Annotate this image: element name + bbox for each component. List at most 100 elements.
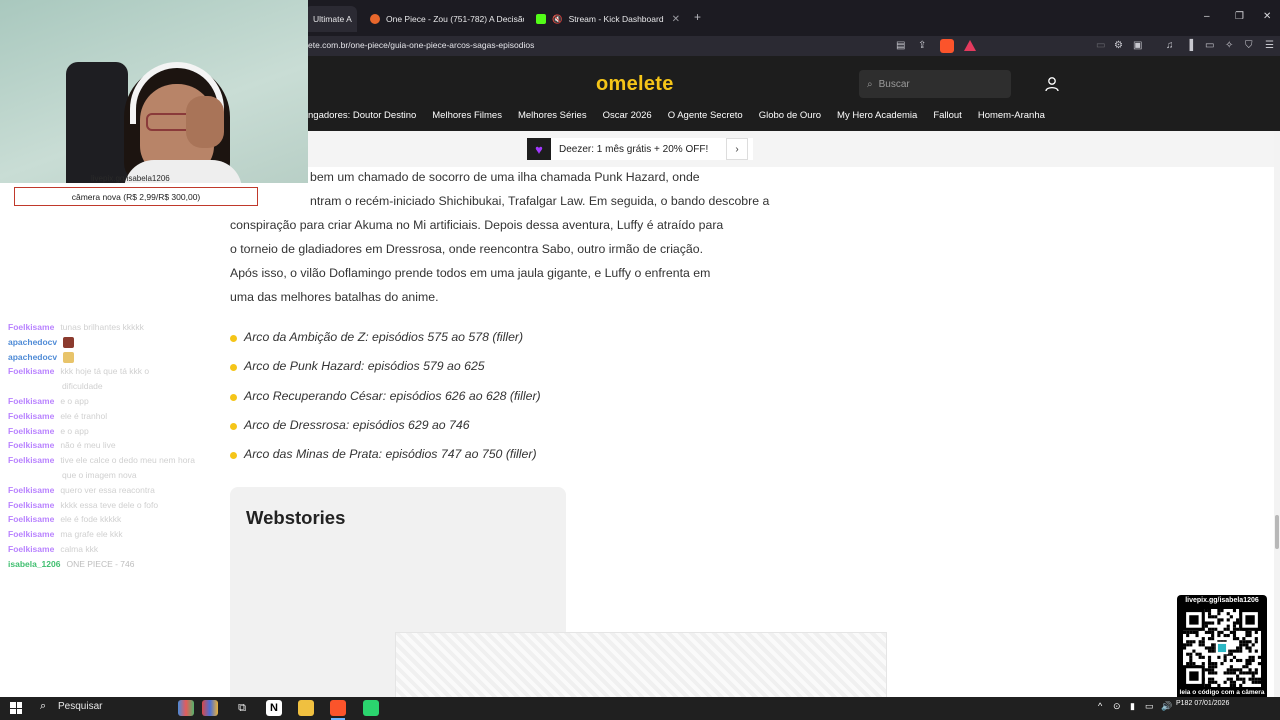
chat-username[interactable]: Foelkisame [8, 322, 54, 332]
nav-item[interactable]: Oscar 2026 [603, 110, 652, 121]
chat-username[interactable]: Foelkisame [8, 455, 54, 465]
url-field[interactable]: ete.com.br/one-piece/guia-one-piece-arco… [308, 40, 534, 50]
maximize-button[interactable]: ❐ [1235, 11, 1244, 22]
chat-message: Foelkisame tive ele calce o dedo meu nem … [0, 453, 228, 468]
kick-icon [536, 14, 546, 24]
windows-start-icon[interactable] [10, 702, 22, 714]
nav-item[interactable]: ngadores: Doutor Destino [308, 110, 416, 121]
chat-username[interactable]: Foelkisame [8, 440, 54, 450]
chat-message: Foelkisame quero ver essa reacontra [0, 483, 228, 498]
paragraph-line: Após isso, o vilão Doflamingo prende tod… [230, 266, 711, 280]
deezer-promo[interactable]: ♥ Deezer: 1 mês grátis + 20% OFF! [527, 138, 753, 160]
wallet-icon[interactable]: ▭ [1205, 40, 1214, 51]
promo-text: Deezer: 1 mês grátis + 20% OFF! [559, 143, 709, 155]
arc-text: Arco Recuperando César: episódios 626 ao… [244, 388, 541, 403]
nav-item[interactable]: O Agente Secreto [668, 110, 743, 121]
chat-text: tunas brilhantes kkkkk [60, 322, 144, 332]
chat-username[interactable]: Foelkisame [8, 426, 54, 436]
tray-app-icon[interactable]: ▮ [1130, 701, 1135, 712]
system-clock[interactable]: P182 07/01/2026 [1176, 699, 1229, 708]
tray-app-icon[interactable]: ⊙ [1113, 701, 1121, 712]
chat-username[interactable]: Foelkisame [8, 366, 54, 376]
bullet-dot [230, 422, 237, 430]
windows-taskbar: ⌕ Pesquisar ⧉ N ^ ⊙ ▮ ▭ 🔊 P182 07/01/202… [0, 697, 1280, 720]
donation-goal-bar: câmera nova (R$ 2,99/R$ 300,00) [14, 187, 258, 206]
tab-ultimate[interactable]: Ultimate A [305, 6, 357, 32]
clock-time: P182 [1176, 700, 1193, 707]
tray-overflow-icon[interactable]: ^ [1098, 701, 1102, 711]
promo-arrow-button[interactable]: › [726, 138, 748, 160]
extensions-icon[interactable]: ⚙ [1114, 40, 1123, 51]
new-tab-button[interactable]: + [694, 10, 701, 24]
chat-message: dificuldade [0, 379, 228, 394]
promo-banner: ♥ Deezer: 1 mês grátis + 20% OFF! › [308, 131, 1280, 167]
chat-text: tive ele calce o dedo meu nem hora [60, 455, 195, 466]
chat-username[interactable]: Foelkisame [8, 411, 54, 421]
chat-message: Foelkisame e o app [0, 424, 228, 439]
chat-username[interactable]: Foelkisame [8, 485, 54, 495]
chat-text: e o app [60, 395, 89, 406]
stream-chat: Foelkisame tunas brilhantes kkkkk apachedo… [0, 320, 228, 572]
livepix-qr-panel: livepix.gg/isabela1206 leia o código com… [1177, 595, 1267, 710]
volume-icon[interactable]: 🔊 [1161, 701, 1172, 712]
nav-item[interactable]: Globo de Ouro [759, 110, 821, 121]
page-scrollbar[interactable] [1274, 131, 1280, 698]
minimize-button[interactable]: – [1204, 11, 1210, 22]
bullet-dot [230, 452, 237, 460]
paragraph-line: uma das melhores batalhas do anime. [230, 290, 439, 304]
article-body: bem um chamado de socorro de uma ilha ch… [230, 165, 790, 309]
close-window-button[interactable]: ✕ [1263, 11, 1271, 22]
chat-username[interactable]: Foelkisame [8, 500, 54, 510]
tab-one-piece-zou[interactable]: One Piece - Zou (751-782) A Decisão [362, 6, 524, 32]
share-icon[interactable]: ⇪ [918, 40, 926, 51]
vpn-icon[interactable]: ▭ [1096, 40, 1105, 51]
file-explorer-icon[interactable] [298, 700, 314, 716]
chat-text: não é meu live [60, 440, 116, 451]
search-placeholder: Buscar [878, 78, 910, 90]
brave-browser-icon[interactable] [330, 700, 346, 716]
shield-icon[interactable]: ⛉ [1245, 40, 1253, 51]
search-icon: ⌕ [867, 78, 873, 90]
menu-icon[interactable]: ☰ [1265, 40, 1274, 51]
search-box[interactable]: ⌕ Buscar [859, 70, 1011, 98]
brave-rewards-icon[interactable] [964, 40, 976, 51]
chat-username[interactable]: isabela_1206 [8, 559, 60, 569]
leo-icon[interactable]: ✧ [1225, 40, 1233, 51]
taskbar-search-icon[interactable]: ⌕ [40, 700, 46, 713]
chat-username[interactable]: apachedocv [8, 337, 57, 347]
chat-message: apachedocv [0, 350, 228, 365]
sidebar-icon[interactable]: ▐ [1186, 40, 1193, 51]
omelete-logo[interactable]: omelete [596, 73, 674, 96]
notion-icon[interactable]: N [266, 700, 282, 716]
chat-username[interactable]: Foelkisame [8, 544, 54, 554]
chat-username[interactable]: Foelkisame [8, 529, 54, 539]
chat-text: kkkk essa teve dele o fofo [60, 499, 159, 510]
chat-text: calma kkk [60, 543, 99, 554]
scrollbar-thumb[interactable] [1275, 515, 1279, 549]
nav-item[interactable]: Fallout [933, 110, 962, 121]
chat-message: Foelkisame kkk hoje tá que tá kkk o [0, 364, 228, 379]
screenshot-icon[interactable]: ▣ [1133, 40, 1142, 51]
reader-mode-icon[interactable]: ▤ [896, 40, 905, 51]
obs-app-icon[interactable] [363, 700, 379, 716]
chat-username[interactable]: apachedocv [8, 352, 57, 362]
arc-list-item: Arco da Ambição de Z: episódios 575 ao 5… [230, 330, 541, 359]
taskbar-search-label[interactable]: Pesquisar [58, 701, 102, 712]
tab-kick-dashboard[interactable]: 🔇 Stream - Kick Dashboard ✕ [528, 6, 688, 32]
brave-shields-icon[interactable] [940, 39, 954, 53]
user-account-icon[interactable] [1044, 76, 1060, 92]
chat-message: Foelkisame kkkk essa teve dele o fofo [0, 498, 228, 513]
nav-item[interactable]: Homem-Aranha [978, 110, 1045, 121]
close-tab-icon[interactable]: ✕ [672, 14, 680, 25]
chat-message: Foelkisame tunas brilhantes kkkkk [0, 320, 228, 335]
task-view-icon[interactable]: ⧉ [234, 700, 250, 716]
nav-item[interactable]: My Hero Academia [837, 110, 917, 121]
network-icon[interactable]: ▭ [1145, 701, 1154, 712]
library-app-icon[interactable] [202, 700, 218, 716]
chat-username[interactable]: Foelkisame [8, 514, 54, 524]
nav-item[interactable]: Melhores Filmes [432, 110, 502, 121]
nav-item[interactable]: Melhores Séries [518, 110, 587, 121]
media-icon[interactable]: ♫ [1166, 40, 1174, 51]
chat-username[interactable]: Foelkisame [8, 396, 54, 406]
books-app-icon[interactable] [178, 700, 194, 716]
